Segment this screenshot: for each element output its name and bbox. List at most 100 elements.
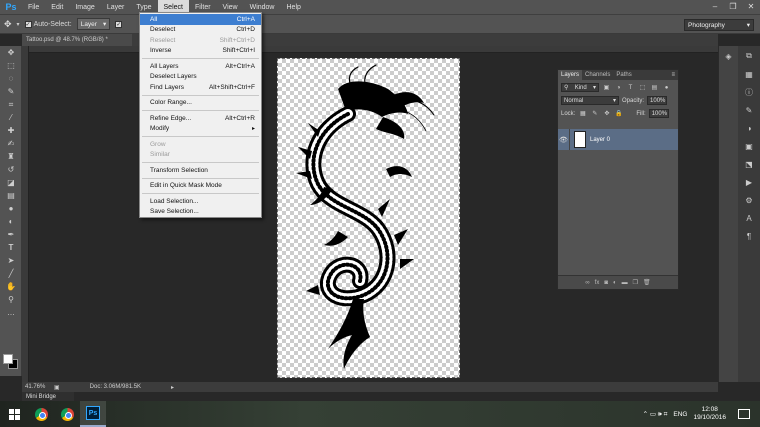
menu-item-all[interactable]: All Ctrl+A [140,14,261,25]
menu-item-edit-in-quick-mask-mode[interactable]: Edit in Quick Mask Mode [140,181,261,192]
more-tools-icon[interactable]: … [0,306,22,319]
close-button[interactable]: ✕ [742,0,760,12]
crop-tool-icon[interactable]: ⌗ [0,98,22,111]
menu-edit[interactable]: Edit [45,0,69,14]
color-swatches[interactable] [3,354,19,370]
lock-position-icon[interactable]: ✥ [602,109,611,118]
fx-icon[interactable]: fx [595,280,600,286]
move-tool-icon[interactable]: ✥ [4,19,12,30]
character-icon[interactable]: A [740,210,758,226]
type-tool-icon[interactable]: T [0,241,22,254]
lock-transparent-pixels-icon[interactable]: ▦ [578,109,587,118]
paragraph-icon[interactable]: ¶ [740,228,758,244]
menu-item-deselect-layers[interactable]: Deselect Layers [140,72,261,83]
lasso-tool-icon[interactable]: ◌ [0,72,22,85]
auto-select-target-dropdown[interactable]: Layer ▾ [76,18,111,30]
document-canvas[interactable] [277,58,460,378]
navigator-icon[interactable]: ⬔ [740,156,758,172]
layers-panel-icon[interactable]: ◈ [720,48,738,64]
taskbar-chrome-2[interactable] [54,401,80,427]
tab-paths[interactable]: Paths [613,70,634,80]
menu-item-refine-edge[interactable]: Refine Edge... Alt+Ctrl+R [140,113,261,124]
brush-presets-icon[interactable]: ✎ [740,102,758,118]
mini-bridge-tab[interactable]: Mini Bridge [22,392,74,401]
eraser-tool-icon[interactable]: ◪ [0,176,22,189]
workspace-switcher[interactable]: Photography ▾ [684,19,754,31]
menu-file[interactable]: File [22,0,45,14]
menu-item-save-selection[interactable]: Save Selection... [140,207,261,218]
menu-item-find-layers[interactable]: Find Layers Alt+Shift+Ctrl+F [140,82,261,93]
history-icon[interactable]: ⧉ [740,48,758,64]
new-layer-icon[interactable]: ❐ [633,279,638,286]
menu-item-modify[interactable]: Modify ▸ [140,124,261,135]
menu-image[interactable]: Image [69,0,100,14]
mask-icon[interactable]: ◙ [604,280,608,286]
menu-layer[interactable]: Layer [101,0,131,14]
actions-icon[interactable]: ▶ [740,174,758,190]
history-brush-tool-icon[interactable]: ↺ [0,163,22,176]
brush-tool-icon[interactable]: ✍ [0,137,22,150]
trash-icon[interactable]: 🗑 [643,279,651,286]
minimize-button[interactable]: – [706,0,724,12]
menu-item-color-range[interactable]: Color Range... [140,98,261,109]
filter-type-icon[interactable]: T [626,83,635,92]
styles-icon[interactable]: ▣ [740,138,758,154]
blur-tool-icon[interactable]: ● [0,202,22,215]
layer-filter-dropdown[interactable]: ⚲ Kind ▾ [561,83,599,92]
marquee-tool-icon[interactable]: ⬚ [0,59,22,72]
language-indicator[interactable]: ENG [673,411,687,418]
link-icon[interactable]: ∞ [585,280,589,286]
pen-tool-icon[interactable]: ✒ [0,228,22,241]
filter-pixel-icon[interactable]: ▣ [602,83,611,92]
healing-brush-tool-icon[interactable]: ✚ [0,124,22,137]
menu-item-load-selection[interactable]: Load Selection... [140,196,261,207]
zoom-level[interactable]: 41.76% [22,384,50,390]
menu-help[interactable]: Help [281,0,307,14]
horizontal-ruler[interactable] [22,46,718,53]
filter-shape-icon[interactable]: ⬚ [638,83,647,92]
transform-controls-checkbox[interactable]: ✓ [115,20,123,28]
group-icon[interactable]: ▬ [622,280,628,286]
auto-select-checkbox[interactable]: ✓ Auto-Select: [24,20,72,28]
foreground-color-swatch[interactable] [3,354,13,364]
properties-icon[interactable]: ⚙ [740,192,758,208]
adjustments-icon[interactable]: ◑ [740,120,758,136]
menu-item-inverse[interactable]: Inverse Shift+Ctrl+I [140,46,261,57]
clock[interactable]: 12:08 19/10/2016 [693,406,726,422]
tool-preset-chevron-icon[interactable]: ▾ [17,21,20,28]
hand-tool-icon[interactable]: ✋ [0,280,22,293]
swatches-icon[interactable]: ▦ [740,66,758,82]
restore-button[interactable]: ❐ [724,0,742,12]
shape-tool-icon[interactable]: ╱ [0,267,22,280]
document-tab[interactable]: Tattoo.psd @ 48.7% (RGB/8) * [22,34,132,46]
filter-smart-object-icon[interactable]: ▤ [650,83,659,92]
vertical-ruler[interactable] [22,46,29,382]
menu-item-transform-selection[interactable]: Transform Selection [140,165,261,176]
gradient-tool-icon[interactable]: ▤ [0,189,22,202]
menu-item-deselect[interactable]: Deselect Ctrl+D [140,25,261,36]
quick-select-tool-icon[interactable]: ✎ [0,85,22,98]
adjustment-icon[interactable]: ◐ [613,280,617,286]
move-tool-icon[interactable]: ✥ [0,46,22,59]
lock-image-pixels-icon[interactable]: ✎ [590,109,599,118]
clone-stamp-tool-icon[interactable]: ♜ [0,150,22,163]
taskbar-photoshop[interactable]: Ps [80,401,106,427]
start-button[interactable] [0,401,28,427]
visibility-eye-icon[interactable]: 👁 [558,129,570,150]
zoom-tool-icon[interactable]: ⚲ [0,293,22,306]
tab-channels[interactable]: Channels [582,70,613,80]
menu-item-all-layers[interactable]: All Layers Alt+Ctrl+A [140,61,261,72]
status-menu-arrow-icon[interactable]: ▸ [171,384,174,391]
tab-layers[interactable]: Layers [558,70,583,80]
fill-field[interactable]: 100% [648,109,669,118]
panel-menu-icon[interactable]: ≡ [671,72,678,78]
lock-all-icon[interactable]: 🔒 [614,109,623,118]
tray-icons[interactable]: ⌃ ▭ 🕪 ⌗ [643,410,668,419]
filter-toggle-icon[interactable]: ● [662,83,671,92]
filter-adjustment-icon[interactable]: ◑ [614,83,623,92]
dodge-tool-icon[interactable]: ◐ [0,215,22,228]
taskbar-chrome-1[interactable] [28,401,54,427]
opacity-field[interactable]: 100% [647,96,668,105]
blend-mode-dropdown[interactable]: Normal ▾ [561,96,619,105]
layer-row[interactable]: 👁 Layer 0 [558,129,678,150]
